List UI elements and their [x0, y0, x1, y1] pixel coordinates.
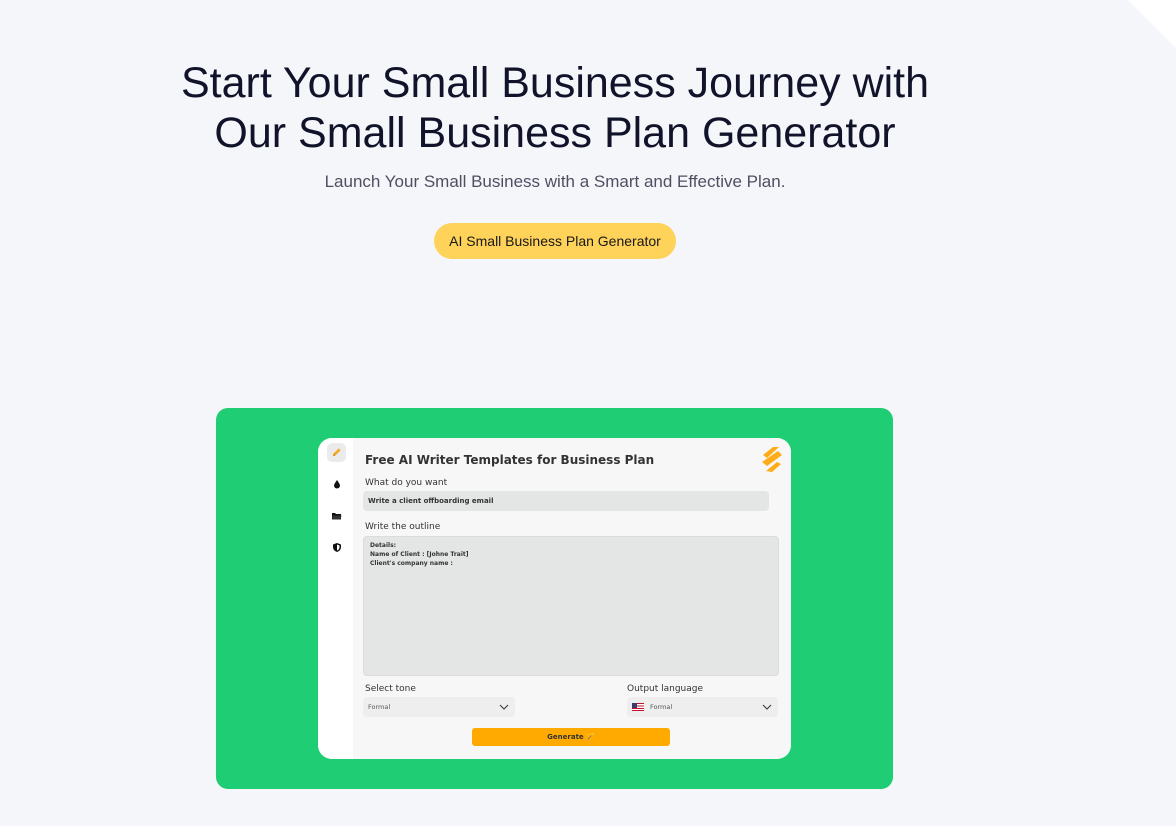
chevron-down-icon: [762, 704, 772, 710]
tone-label: Select tone: [365, 684, 416, 694]
page-subtitle: Launch Your Small Business with a Smart …: [324, 172, 786, 191]
app-sidebar: [318, 438, 354, 759]
want-input[interactable]: Write a client offboarding email: [363, 491, 769, 511]
drop-icon[interactable]: [327, 474, 346, 493]
language-value: Formal: [650, 703, 673, 711]
app-preview: Free AI Writer Templates for Business Pl…: [318, 438, 791, 759]
pencil-icon[interactable]: [327, 443, 346, 462]
outline-textarea[interactable]: Details: Name of Client : [Johne Trait] …: [363, 536, 779, 676]
brand-logo: [762, 447, 782, 472]
generate-button[interactable]: Generate 🪄: [472, 728, 670, 746]
hero-section: Start Your Small Business Journey with O…: [0, 0, 1110, 259]
folder-icon[interactable]: [327, 506, 346, 525]
generator-cta-button[interactable]: AI Small Business Plan Generator: [434, 223, 676, 259]
tone-value: Formal: [368, 703, 391, 711]
outline-label: Write the outline: [365, 522, 441, 532]
page-title: Start Your Small Business Journey with O…: [180, 59, 930, 157]
us-flag-icon: [632, 703, 644, 711]
tone-select[interactable]: Formal: [363, 697, 515, 717]
corner-decoration: [1128, 0, 1176, 48]
outline-line: Name of Client : [Johne Trait]: [370, 551, 469, 558]
app-form: Free AI Writer Templates for Business Pl…: [353, 438, 791, 759]
app-title: Free AI Writer Templates for Business Pl…: [365, 453, 655, 467]
want-label: What do you want: [365, 478, 448, 488]
outline-line: Client's company name :: [370, 560, 453, 567]
shield-icon[interactable]: [327, 538, 346, 557]
language-select[interactable]: Formal: [627, 697, 778, 717]
outline-line: Details:: [370, 542, 397, 549]
chevron-down-icon: [499, 704, 509, 710]
demo-panel: Free AI Writer Templates for Business Pl…: [216, 408, 893, 789]
language-label: Output language: [627, 684, 704, 694]
